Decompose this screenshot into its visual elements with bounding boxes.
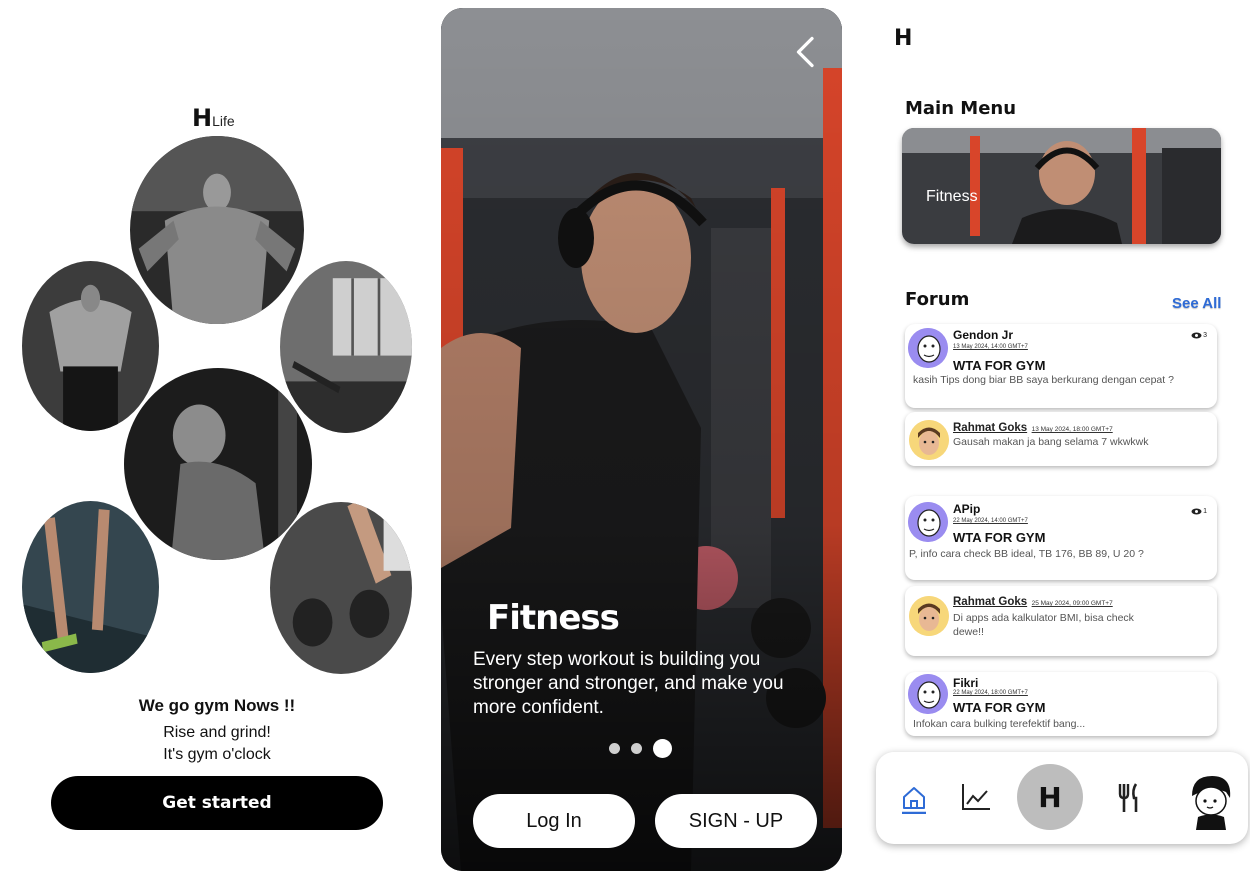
post-author[interactable]: Fikri bbox=[953, 676, 978, 690]
logo-text: Life bbox=[212, 113, 235, 129]
reply-author[interactable]: Rahmat Goks bbox=[953, 596, 1027, 608]
reply-date: 25 May 2024, 09:00 GMT+7 bbox=[1031, 600, 1113, 607]
photo-resistance-band bbox=[22, 501, 159, 673]
user-avatar bbox=[909, 420, 949, 460]
view-count-value: 3 bbox=[1203, 332, 1207, 339]
view-count: 1 bbox=[1191, 508, 1207, 515]
welcome-tagline: We go gym Nows !! bbox=[138, 696, 296, 715]
fork-knife-icon[interactable] bbox=[1116, 782, 1142, 814]
forum-post[interactable]: APip 22 May 2024, 14:00 GMT+7 1 WTA FOR … bbox=[905, 496, 1217, 580]
photo-gym-interior bbox=[280, 261, 412, 433]
view-count-value: 1 bbox=[1203, 508, 1207, 515]
forum-title: Forum bbox=[905, 289, 970, 310]
onboarding-screen: Fitness Every step workout is building y… bbox=[441, 8, 842, 871]
pager-dots bbox=[609, 739, 672, 758]
photo-man-back bbox=[22, 261, 159, 431]
post-title: WTA FOR GYM bbox=[953, 358, 1046, 373]
login-button[interactable]: Log In bbox=[473, 794, 635, 848]
bottom-nav-bar: H bbox=[876, 752, 1248, 844]
pager-dot-1[interactable] bbox=[609, 743, 620, 754]
post-author[interactable]: Gendon Jr bbox=[953, 328, 1013, 342]
center-h-button[interactable]: H bbox=[1017, 764, 1083, 830]
post-text: kasih Tips dong biar BB saya berkurang d… bbox=[913, 374, 1174, 386]
view-count: 3 bbox=[1191, 332, 1207, 339]
onboarding-description: Every step workout is building you stron… bbox=[473, 649, 784, 718]
reply-text-line1: Di apps ada kalkulator BMI, bisa check bbox=[953, 612, 1134, 624]
home-screen: H Main Menu Fitness Forum See All Gendon… bbox=[874, 0, 1250, 871]
chart-icon[interactable] bbox=[960, 782, 992, 812]
reply-text-line2: dewe!! bbox=[953, 626, 984, 638]
reply-text: Gausah makan ja bang selama 7 wkwkwk bbox=[953, 436, 1149, 448]
user-avatar bbox=[908, 502, 948, 542]
welcome-subtitle-line1: Rise and grind! bbox=[163, 724, 271, 741]
forum-post[interactable]: Gendon Jr 13 May 2024, 14:00 GMT+7 3 WTA… bbox=[905, 324, 1217, 408]
forum-reply[interactable]: Rahmat Goks 25 May 2024, 09:00 GMT+7 Di … bbox=[905, 586, 1217, 656]
home-icon[interactable] bbox=[900, 784, 928, 814]
signup-button[interactable]: SIGN - UP bbox=[655, 794, 817, 848]
back-chevron-icon[interactable] bbox=[788, 34, 824, 70]
pager-dot-2[interactable] bbox=[631, 743, 642, 754]
logo-mark: H bbox=[192, 104, 212, 132]
photo-man-arms-spread bbox=[130, 136, 304, 324]
app-logo: H Life bbox=[192, 104, 235, 132]
welcome-screen: H Life We go gym Nows !! Rise and grind!… bbox=[22, 18, 412, 863]
get-started-button[interactable]: Get started bbox=[51, 776, 383, 830]
fitness-menu-card[interactable]: Fitness bbox=[902, 128, 1221, 244]
eye-icon bbox=[1191, 508, 1202, 515]
post-title: WTA FOR GYM bbox=[953, 530, 1046, 545]
welcome-subtitle-line2: It's gym o'clock bbox=[163, 746, 271, 763]
reply-header: Rahmat Goks 25 May 2024, 09:00 GMT+7 bbox=[953, 592, 1113, 610]
forum-post[interactable]: Fikri 22 May 2024, 18:00 GMT+7 WTA FOR G… bbox=[905, 672, 1217, 736]
onboarding-title: Fitness bbox=[487, 598, 620, 638]
reply-author[interactable]: Rahmat Goks bbox=[953, 422, 1027, 434]
pager-dot-3[interactable] bbox=[653, 739, 672, 758]
profile-avatar-icon[interactable] bbox=[1182, 772, 1238, 832]
user-avatar bbox=[909, 596, 949, 636]
post-text: P, info cara check BB ideal, TB 176, BB … bbox=[909, 548, 1144, 560]
main-menu-title: Main Menu bbox=[905, 98, 1017, 119]
post-date: 13 May 2024, 14:00 GMT+7 bbox=[953, 344, 1028, 350]
fitness-card-label: Fitness bbox=[926, 188, 978, 205]
post-date: 22 May 2024, 14:00 GMT+7 bbox=[953, 518, 1028, 524]
photo-woman-workout bbox=[124, 368, 312, 560]
eye-icon bbox=[1191, 332, 1202, 339]
user-avatar bbox=[908, 328, 948, 368]
see-all-link[interactable]: See All bbox=[1172, 295, 1221, 312]
reply-date: 13 May 2024, 18:00 GMT+7 bbox=[1031, 426, 1113, 433]
post-text: Infokan cara bulking terefektif bang... bbox=[913, 718, 1086, 730]
app-logo-mark: H bbox=[894, 26, 913, 51]
photo-dumbbells bbox=[270, 502, 412, 674]
post-author[interactable]: APip bbox=[953, 502, 980, 516]
forum-reply[interactable]: Rahmat Goks 13 May 2024, 18:00 GMT+7 Gau… bbox=[905, 412, 1217, 466]
reply-header: Rahmat Goks 13 May 2024, 18:00 GMT+7 bbox=[953, 418, 1113, 436]
user-avatar bbox=[908, 674, 948, 714]
post-title: WTA FOR GYM bbox=[953, 700, 1046, 715]
center-h-mark: H bbox=[1038, 780, 1062, 814]
post-date: 22 May 2024, 18:00 GMT+7 bbox=[953, 690, 1028, 696]
fitness-card-photo bbox=[902, 128, 1221, 244]
